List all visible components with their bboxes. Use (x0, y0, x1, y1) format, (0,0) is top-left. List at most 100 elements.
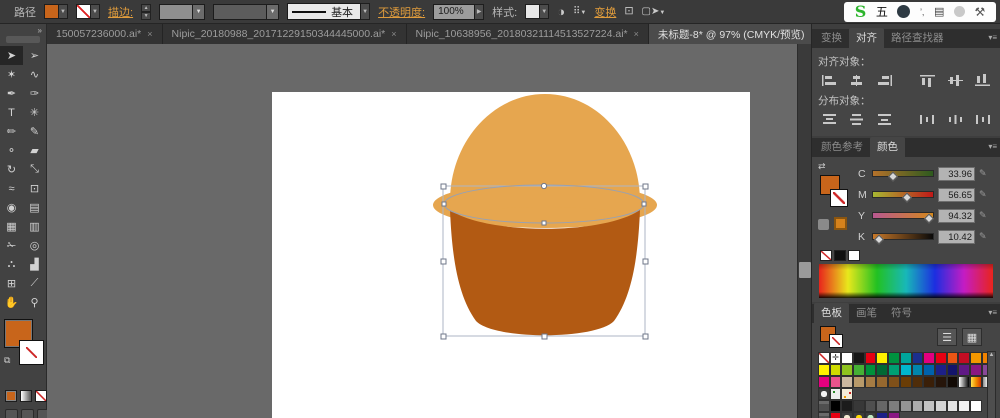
swatch-3-1[interactable] (829, 388, 842, 400)
swatch-5-5[interactable] (876, 412, 889, 418)
swatch-4-13[interactable] (969, 400, 982, 412)
rotate-tool[interactable]: ↻ (0, 160, 23, 179)
width-tool[interactable]: ≈ (0, 179, 23, 198)
swatch-1-10[interactable] (934, 364, 947, 376)
align-h-right-icon[interactable] (873, 72, 896, 89)
variable-width-dropdown[interactable]: ▼ (213, 3, 280, 20)
swatch-3-0[interactable] (818, 388, 830, 400)
swatch-4-4[interactable] (864, 400, 877, 412)
swatches-tab-画笔[interactable]: 画笔 (849, 303, 884, 323)
type-tool[interactable]: T (0, 103, 23, 122)
swatch-0-2[interactable] (841, 352, 854, 364)
quick-swatch-0[interactable] (820, 250, 832, 261)
swatch-2-9[interactable] (923, 376, 935, 388)
slider-track-C[interactable] (872, 170, 934, 182)
hand-tool[interactable]: ✋ (0, 293, 23, 312)
document-tab-0[interactable]: 150057236000.ai* × (47, 24, 163, 44)
swatches-tab-符号[interactable]: 符号 (884, 303, 919, 323)
swatch-4-5[interactable] (876, 400, 889, 412)
opacity-link[interactable]: 不透明度: (378, 4, 425, 20)
align-h-center-icon[interactable] (845, 72, 868, 89)
value-field-C[interactable]: 33.96 (938, 166, 975, 181)
swatches-tab-色板[interactable]: 色板 (814, 303, 849, 323)
opacity-field[interactable]: 100% (433, 3, 476, 20)
magic-wand-tool[interactable]: ✶ (0, 65, 23, 84)
slider-marker-Y[interactable] (924, 213, 935, 224)
quick-swatch-2[interactable] (848, 250, 860, 261)
slider-track-M[interactable] (872, 191, 934, 203)
document-tab-1[interactable]: Nipic_20180988_20171229150344445000.ai* × (162, 24, 407, 44)
swatch-4-9[interactable] (923, 400, 935, 412)
swatch-0-12[interactable] (958, 352, 970, 364)
swatch-0-13[interactable] (969, 352, 982, 364)
selection-tool[interactable]: ➤ (0, 46, 23, 65)
blend-tool[interactable]: ◎ (23, 236, 46, 255)
swatch-4-12[interactable] (958, 400, 970, 412)
ime-mode-label[interactable]: 五 (876, 3, 888, 20)
toolbox-grip[interactable] (6, 36, 40, 43)
stroke-color-control[interactable]: ▼ (76, 4, 100, 19)
quick-swatch-1[interactable] (834, 250, 846, 261)
align-h-left-icon[interactable] (818, 72, 841, 89)
swatch-2-4[interactable] (864, 376, 877, 388)
swatch-5-4[interactable] (864, 412, 877, 418)
dist-h-right-icon[interactable] (971, 111, 994, 128)
align-v-bottom-icon[interactable] (971, 72, 994, 89)
column-graph-tool[interactable]: ▟ (23, 255, 46, 274)
select-similar-icon[interactable]: ▢➤▼ (642, 6, 666, 17)
opacity-arrow[interactable]: ▶ (475, 3, 485, 20)
eyedropper-tool[interactable]: ✁ (0, 236, 23, 255)
swatch-0-3[interactable] (853, 352, 865, 364)
swatch-2-2[interactable] (841, 376, 854, 388)
swatch-4-2[interactable] (841, 400, 854, 412)
swatch-1-11[interactable] (946, 364, 959, 376)
tab-close-icon[interactable]: × (634, 29, 639, 39)
style-swatch[interactable] (525, 4, 541, 19)
stroke-link[interactable]: 描边: (108, 4, 133, 20)
swatch-1-13[interactable] (969, 364, 982, 376)
free-transform-tool[interactable]: ⊡ (23, 179, 46, 198)
value-field-Y[interactable]: 94.32 (938, 208, 975, 223)
swatch-1-8[interactable] (911, 364, 924, 376)
brush-definition[interactable]: 基本 (287, 3, 362, 20)
shaper-tool[interactable]: ✳ (23, 103, 46, 122)
swatch-0-6[interactable] (888, 352, 900, 364)
muffin-dome-shape[interactable] (450, 94, 640, 216)
swatch-0-0[interactable] (818, 352, 830, 364)
document-tab-2[interactable]: Nipic_10638956_20180321114513527224.ai* × (406, 24, 649, 44)
swatch-5-6[interactable] (888, 412, 900, 418)
document-tab-3[interactable]: 未标题-8* @ 97% (CMYK/预览)× (648, 24, 826, 44)
artboard-tool[interactable]: ⊞ (0, 274, 23, 293)
ime-settings-icon[interactable]: ⚒ (974, 5, 985, 19)
swatch-0-4[interactable] (864, 352, 877, 364)
paint-color-button[interactable] (5, 390, 17, 402)
swatch-0-7[interactable] (899, 352, 912, 364)
dist-v-top-icon[interactable] (818, 111, 841, 128)
swatch-0-1[interactable]: ✛ (829, 352, 842, 364)
lasso-tool[interactable]: ∿ (23, 65, 46, 84)
tab-close-icon[interactable]: × (391, 29, 396, 39)
symbol-sprayer-tool[interactable]: ⛬ (0, 255, 23, 274)
swatches-scrollbar[interactable]: ▲ (987, 351, 996, 418)
eraser-tool[interactable]: ▰ (23, 141, 46, 160)
canvas[interactable] (47, 44, 797, 418)
swatch-4-11[interactable] (946, 400, 959, 412)
bounding-box-icon[interactable]: ⊡ (624, 6, 633, 17)
swatch-1-5[interactable] (876, 364, 889, 376)
swatch-1-4[interactable] (864, 364, 877, 376)
swatch-1-9[interactable] (923, 364, 935, 376)
swatch-5-0[interactable] (818, 412, 830, 418)
swatches-stroke-proxy[interactable] (829, 334, 843, 348)
dist-h-center-icon[interactable] (944, 111, 967, 128)
swatch-2-10[interactable] (934, 376, 947, 388)
slider-marker-C[interactable] (888, 171, 899, 182)
default-colors-icon[interactable]: ⧉ (4, 355, 14, 365)
align-v-top-icon[interactable] (916, 72, 939, 89)
swatch-4-6[interactable] (888, 400, 900, 412)
perspective-grid-tool[interactable]: ▤ (23, 198, 46, 217)
swatch-4-3[interactable] (853, 400, 865, 412)
pen-tool[interactable]: ✒ (0, 84, 23, 103)
brush-dropdown-arrow[interactable]: ▼ (361, 3, 371, 20)
swatch-2-3[interactable] (853, 376, 865, 388)
paint-gradient-button[interactable] (20, 390, 32, 402)
